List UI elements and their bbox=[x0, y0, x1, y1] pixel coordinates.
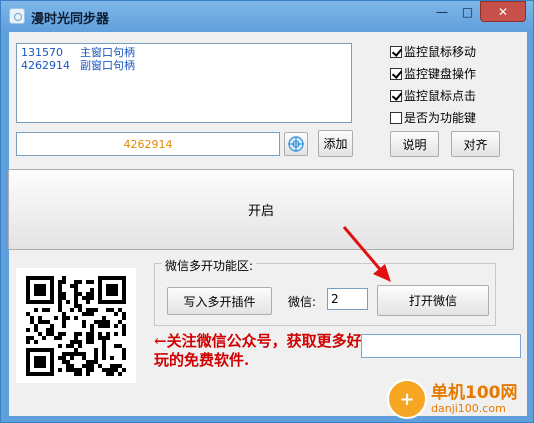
minimize-icon[interactable]: — bbox=[429, 1, 455, 22]
list-item[interactable]: 131570 主窗口句柄 bbox=[21, 46, 347, 59]
align-button[interactable]: 对齐 bbox=[451, 131, 500, 157]
title-bar[interactable]: 漫时光同步器 — □ ✕ bbox=[1, 1, 533, 32]
wechat-qr-code bbox=[16, 268, 136, 383]
checkbox-monitor-mouse-click[interactable]: 监控鼠标点击 bbox=[390, 87, 476, 104]
start-button[interactable]: 开启 bbox=[8, 169, 514, 250]
wechat-count-input[interactable]: 2 bbox=[327, 288, 368, 310]
promo-text: ←关注微信公众号，获取更多好玩的免费软件. bbox=[154, 332, 362, 369]
watermark-logo-icon: + bbox=[387, 379, 427, 419]
add-button[interactable]: 添加 bbox=[318, 130, 353, 157]
open-wechat-button[interactable]: 打开微信 bbox=[377, 285, 489, 316]
handle-input[interactable]: 4262914 bbox=[16, 132, 280, 156]
checkbox-check[interactable] bbox=[390, 89, 402, 102]
checkbox-label: 监控鼠标移动 bbox=[404, 45, 477, 59]
qr-image bbox=[26, 276, 126, 376]
client-area: 131570 主窗口句柄 4262914 副窗口句柄 监控鼠标移动 监控键盘操作… bbox=[8, 32, 527, 416]
help-button[interactable]: 说明 bbox=[390, 131, 439, 157]
checkbox-monitor-keyboard[interactable]: 监控键盘操作 bbox=[390, 65, 476, 82]
maximize-icon[interactable]: □ bbox=[455, 1, 480, 22]
status-field[interactable] bbox=[361, 334, 521, 358]
checkbox-label: 监控键盘操作 bbox=[404, 67, 477, 81]
checkbox-function-key[interactable]: 是否为功能键 bbox=[390, 109, 476, 126]
handle-list[interactable]: 131570 主窗口句柄 4262914 副窗口句柄 bbox=[16, 43, 352, 123]
list-item[interactable]: 4262914 副窗口句柄 bbox=[21, 59, 347, 72]
handle-label: 副窗口句柄 bbox=[80, 59, 135, 72]
checkbox-check[interactable] bbox=[390, 67, 402, 80]
handle-id: 4262914 bbox=[21, 59, 70, 72]
app-window: 漫时光同步器 — □ ✕ 131570 主窗口句柄 4262914 副窗口句柄 … bbox=[0, 0, 534, 423]
window-title: 漫时光同步器 bbox=[31, 12, 110, 27]
target-glyph bbox=[288, 136, 304, 152]
checkbox-monitor-mouse-move[interactable]: 监控鼠标移动 bbox=[390, 43, 476, 60]
checkbox-label: 监控鼠标点击 bbox=[404, 89, 477, 103]
watermark-name: 单机100网 bbox=[431, 382, 518, 403]
crosshair-target-icon[interactable] bbox=[284, 132, 308, 156]
wechat-count-label: 微信: bbox=[288, 295, 317, 309]
app-icon bbox=[9, 8, 25, 24]
watermark: + 单机100网 danji100.com bbox=[387, 379, 518, 419]
wechat-group-title: 微信多开功能区: bbox=[162, 257, 257, 274]
red-arrow-annotation bbox=[342, 226, 391, 282]
watermark-url: danji100.com bbox=[431, 401, 506, 415]
close-icon[interactable]: ✕ bbox=[480, 1, 526, 22]
handle-id: 131570 bbox=[21, 46, 63, 59]
handle-label: 主窗口句柄 bbox=[80, 46, 135, 59]
checkbox-label: 是否为功能键 bbox=[404, 111, 477, 125]
checkbox-check[interactable] bbox=[390, 111, 402, 124]
checkbox-check[interactable] bbox=[390, 45, 402, 58]
write-plugin-button[interactable]: 写入多开插件 bbox=[167, 287, 272, 315]
